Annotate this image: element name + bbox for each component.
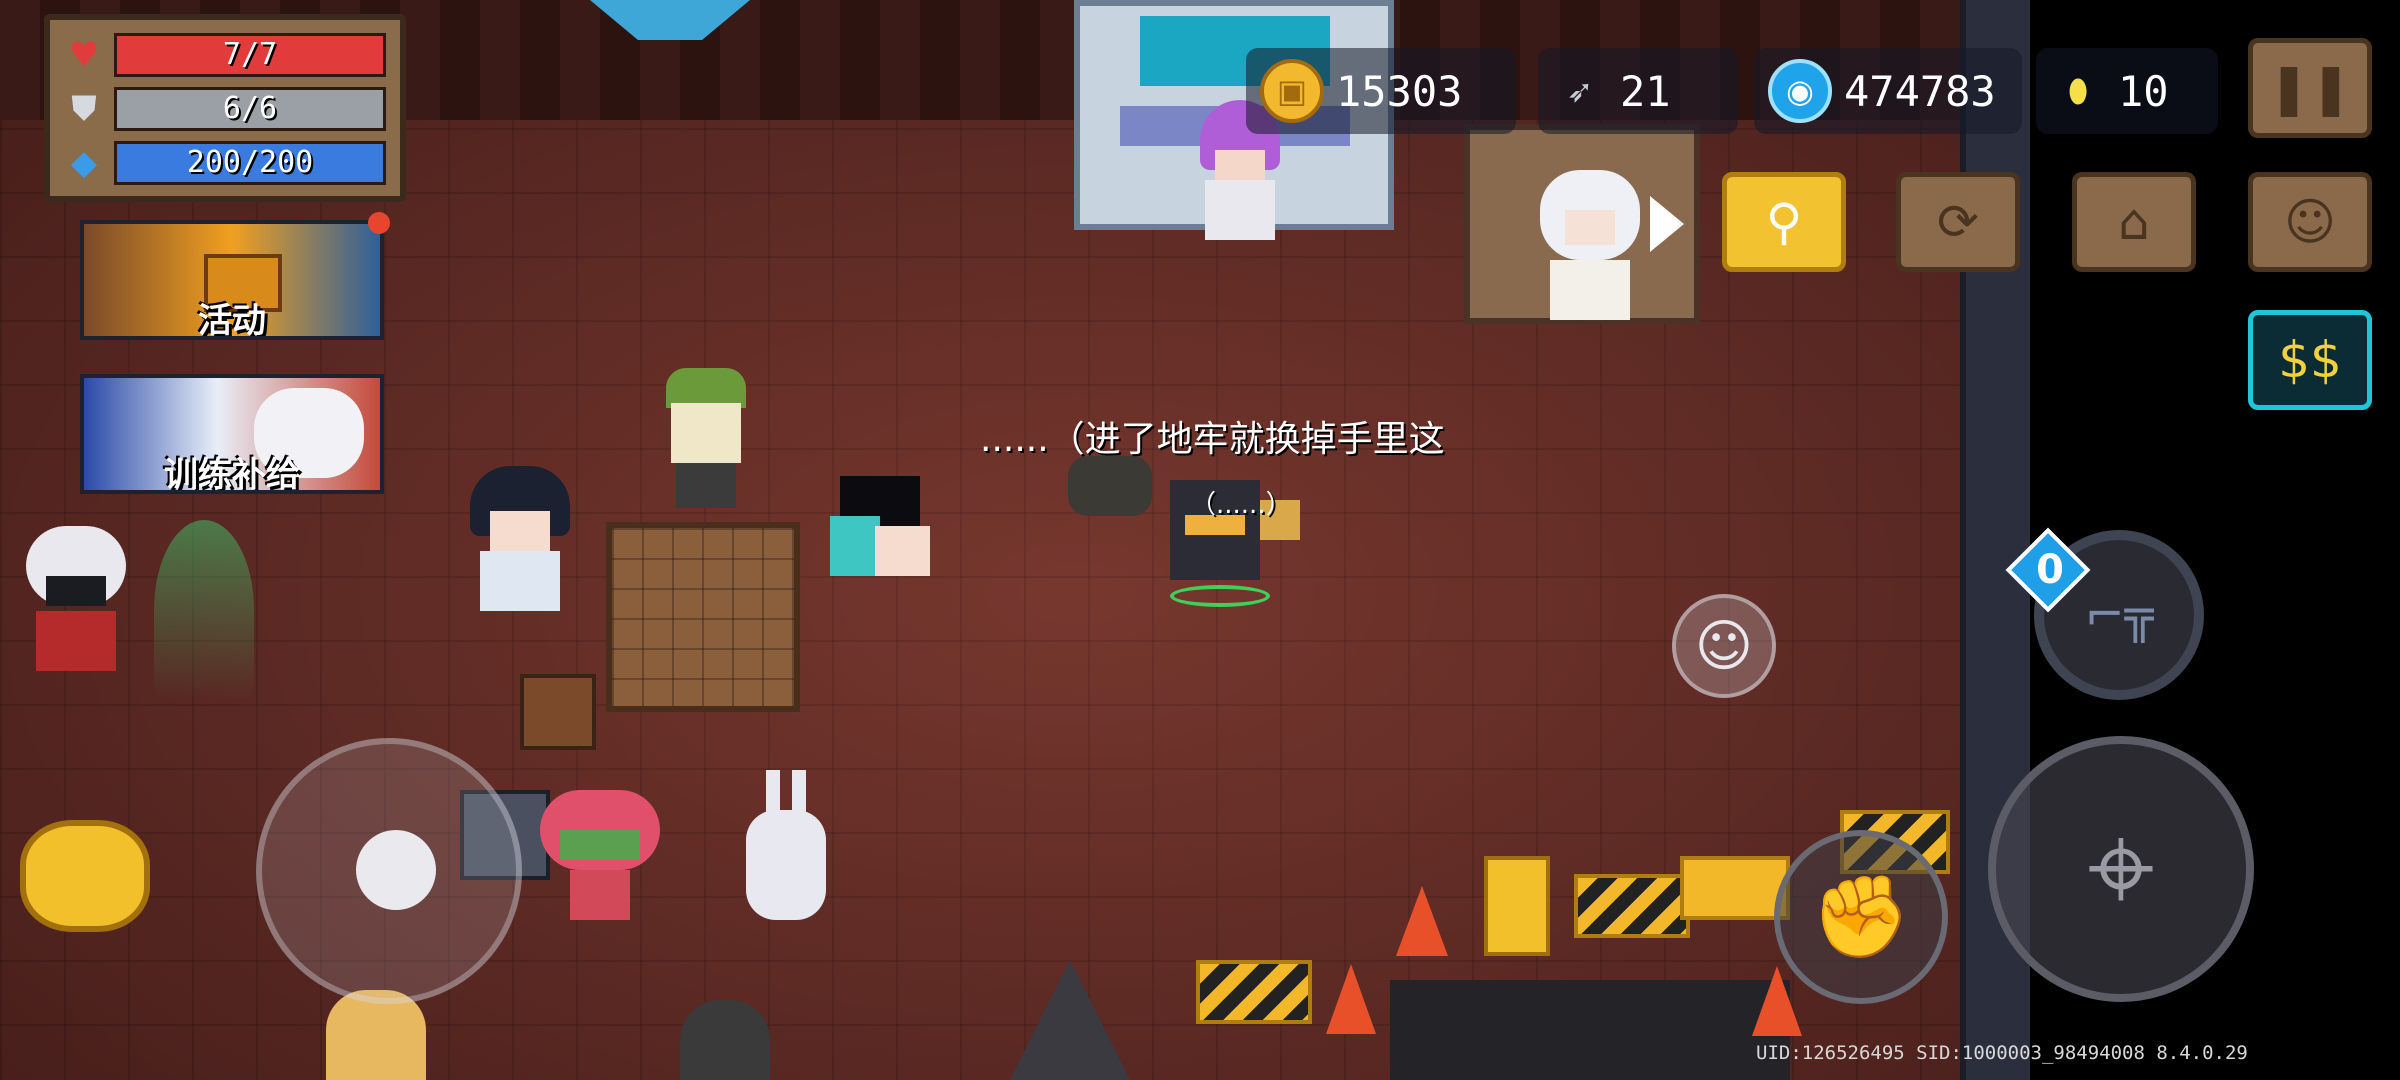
white-arrow-icon (1650, 196, 1684, 252)
movement-joystick[interactable] (256, 738, 522, 1004)
gold-counter: ▣ 15303 (1246, 48, 1516, 134)
health-bar: 7/7 (114, 33, 386, 77)
token-value: 10 (2118, 66, 2169, 116)
health-row: ♥ 7/7 (64, 30, 386, 80)
armor-row: ⛊ 6/6 (64, 84, 386, 134)
token-icon: ⬮ (2067, 71, 2089, 110)
joystick-knob[interactable] (356, 830, 436, 910)
map-button[interactable]: ⚲ (1722, 172, 1846, 272)
player-knight[interactable] (1130, 460, 1310, 610)
construction-pit (1390, 980, 1790, 1080)
event-banner[interactable]: 活动 (80, 220, 384, 340)
white-hair-npc[interactable] (1530, 170, 1650, 320)
fish-value: 21 (1620, 66, 1671, 116)
gold-value: 15303 (1336, 66, 1463, 116)
shield-icon: ⛊ (71, 89, 97, 129)
training-supply-banner[interactable]: 训练补给 (80, 374, 384, 494)
gem-value: 474783 (1844, 66, 1996, 116)
wooden-sign (520, 674, 596, 750)
red-hair-npc[interactable] (530, 790, 670, 920)
health-value: 7/7 (222, 37, 278, 72)
training-supply-label: 训练补给 (164, 455, 300, 494)
crosshair-icon: ⌖ (2087, 799, 2155, 938)
pet-dog (1068, 456, 1152, 516)
stairs-icon: ⌂ (2118, 193, 2150, 251)
pause-button[interactable]: ❚❚ (2248, 38, 2372, 138)
black-hair-npc[interactable] (460, 466, 580, 616)
fish-counter: ➶ 21 (1538, 48, 1738, 134)
bunny-robot-npc[interactable] (736, 770, 836, 920)
energy-crystal-icon: ◆ (70, 143, 98, 183)
pistol-icon: ⌐╦ (2084, 587, 2154, 643)
barrier (1196, 960, 1312, 1024)
blonde-npc[interactable] (326, 990, 426, 1080)
smiley-face-icon: ☺ (1694, 613, 1754, 679)
barrier (1574, 874, 1690, 938)
white-hair-girl-npc[interactable] (16, 526, 136, 676)
refresh-icon: ⟳ (1937, 193, 1979, 251)
profile-button[interactable]: ☺ (2248, 172, 2372, 272)
gold-coin-icon: ▣ (1260, 59, 1324, 123)
gauntlet-icon: ✊ (1811, 870, 1911, 963)
npc-speech-text: ......（进了地牢就换掉手里这 (980, 419, 1445, 460)
heart-icon: ♥ (68, 35, 100, 75)
energy-bar: 200/200 (114, 141, 386, 185)
fish-icon: ➶ (1566, 72, 1594, 110)
wet-floor-sign (1484, 856, 1550, 956)
swap-count-value: 0 (2036, 547, 2064, 593)
chess-table[interactable] (606, 522, 800, 712)
pause-icon: ❚❚ (2268, 59, 2352, 117)
player-stats-panel: ♥ 7/7 ⛊ 6/6 ◆ 200/200 (44, 14, 406, 202)
player-speech-text: （......） (1190, 490, 1292, 520)
skill-button[interactable]: ✊ (1774, 830, 1948, 1004)
gray-hat-npc[interactable] (680, 1000, 770, 1080)
energy-row: ◆ 200/200 (64, 138, 386, 188)
event-notification-dot (368, 212, 390, 234)
token-counter: ⬮ 10 (2036, 48, 2218, 134)
map-pin-icon: ⚲ (1765, 193, 1803, 251)
refresh-button[interactable]: ⟳ (1896, 172, 2020, 272)
shop-button[interactable]: $$ (2248, 310, 2372, 410)
treasure-chest[interactable] (20, 820, 150, 932)
gem-counter: ◉ 474783 (1754, 48, 2022, 134)
armor-value: 6/6 (222, 91, 278, 126)
event-label: 活动 (198, 301, 266, 340)
emote-button[interactable]: ☺ (1672, 594, 1776, 698)
energy-value: 200/200 (186, 145, 314, 180)
uid-text: UID:126526495 SID:1000003_98494008 8.4.0… (1756, 1042, 2248, 1064)
cyan-hair-npc[interactable] (820, 476, 940, 616)
profile-card-icon: ☺ (2283, 193, 2337, 251)
money-icon: $$ (2278, 331, 2342, 389)
stairs-button[interactable]: ⌂ (2072, 172, 2196, 272)
green-portal[interactable] (154, 520, 254, 700)
gem-icon: ◉ (1768, 59, 1832, 123)
armor-bar: 6/6 (114, 87, 386, 131)
green-hat-npc[interactable] (656, 368, 756, 508)
attack-button[interactable]: ⌖ (1988, 736, 2254, 1002)
